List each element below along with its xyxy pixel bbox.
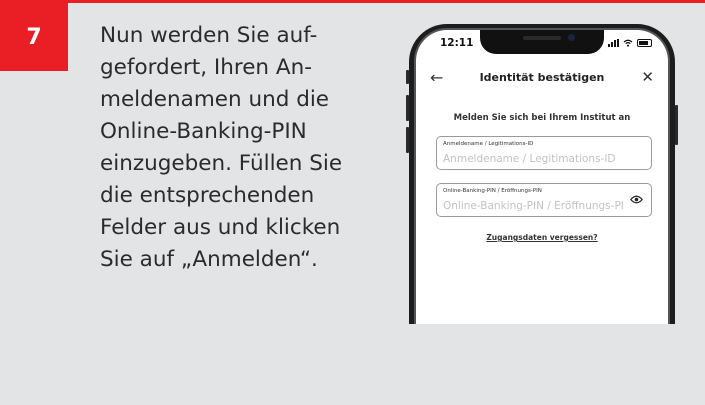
instruction-line: einzugeben. Füllen Sie: [100, 151, 343, 176]
username-input[interactable]: [443, 153, 623, 165]
username-field-label: Anmeldename / Legitimations-ID: [443, 141, 534, 147]
close-icon[interactable]: ✕: [641, 68, 654, 86]
username-field[interactable]: Anmeldename / Legitimations-ID: [436, 136, 652, 170]
screen-title: Identität bestätigen: [479, 71, 605, 84]
signal-icon: [608, 39, 619, 47]
phone-power-button: [675, 105, 678, 145]
step-number-badge: 7: [0, 3, 68, 71]
forgot-credentials-link[interactable]: Zugangsdaten vergessen?: [416, 233, 668, 242]
instruction-line: Felder aus und klicken: [100, 215, 341, 240]
battery-icon: [637, 39, 652, 47]
pin-input[interactable]: [443, 200, 623, 212]
pin-field-label: Online-Banking-PIN / Eröffnungs-PIN: [443, 188, 542, 194]
nav-bar: ← Identität bestätigen ✕: [416, 68, 668, 92]
front-camera: [568, 34, 575, 41]
status-bar-icons: [608, 39, 652, 47]
wifi-icon: [623, 39, 633, 47]
status-bar-time: 12:11: [440, 37, 474, 49]
instruction-line: meldenamen und die: [100, 87, 330, 112]
pin-field[interactable]: Online-Banking-PIN / Eröffnungs-PIN: [436, 183, 652, 217]
instruction-line: Online-Banking-PIN: [100, 119, 307, 144]
instruction-line: gefordert, Ihren An-: [100, 55, 312, 80]
speaker-grille: [523, 36, 561, 40]
instruction-text: Nun werden Sie auf- gefordert, Ihren An-…: [100, 20, 400, 276]
top-accent-line: [0, 0, 705, 3]
instruction-line: Sie auf „Anmelden“.: [100, 247, 318, 272]
login-prompt: Melden Sie sich bei Ihrem Institut an: [453, 113, 631, 123]
phone-screen: 12:11 ← Identität bestätigen ✕ Melden Si…: [414, 28, 670, 324]
instruction-line: die entsprechenden: [100, 183, 315, 208]
eye-icon[interactable]: [630, 195, 643, 204]
instruction-line: Nun werden Sie auf-: [100, 23, 318, 48]
phone-notch: [480, 30, 604, 54]
phone-mockup: 12:11 ← Identität bestätigen ✕ Melden Si…: [409, 24, 675, 324]
